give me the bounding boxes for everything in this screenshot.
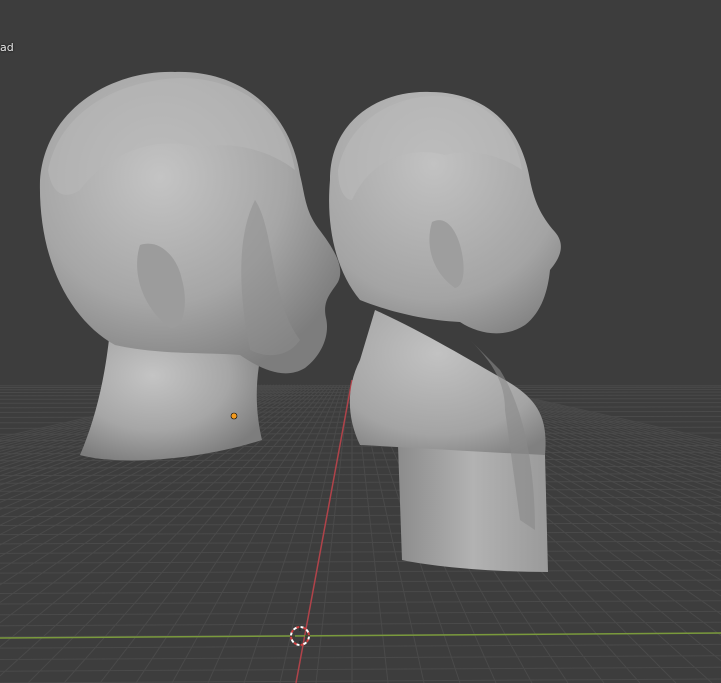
grid-line xyxy=(0,610,721,616)
grid-line xyxy=(0,643,721,649)
grid-line xyxy=(0,505,721,509)
grid-line xyxy=(0,559,721,564)
grid-line xyxy=(0,496,721,500)
object-origin-dot[interactable] xyxy=(230,412,238,420)
grid-line xyxy=(0,488,721,492)
grid-line xyxy=(0,531,721,536)
grid-line xyxy=(0,678,721,683)
3d-viewport[interactable]: ad xyxy=(0,0,721,683)
grid-line xyxy=(0,579,721,584)
head-sculpt[interactable] xyxy=(39,71,341,461)
y-axis-line xyxy=(295,379,353,683)
grid-line xyxy=(0,522,721,526)
grid-line xyxy=(0,621,721,627)
grid-line xyxy=(0,666,721,672)
grid-line xyxy=(0,655,721,660)
grid-line xyxy=(315,384,350,683)
viewport-overlay-text: ad xyxy=(0,41,14,54)
viewport-scene[interactable] xyxy=(0,0,721,683)
grid-line xyxy=(0,550,721,554)
bust-sculpt[interactable] xyxy=(329,91,561,572)
